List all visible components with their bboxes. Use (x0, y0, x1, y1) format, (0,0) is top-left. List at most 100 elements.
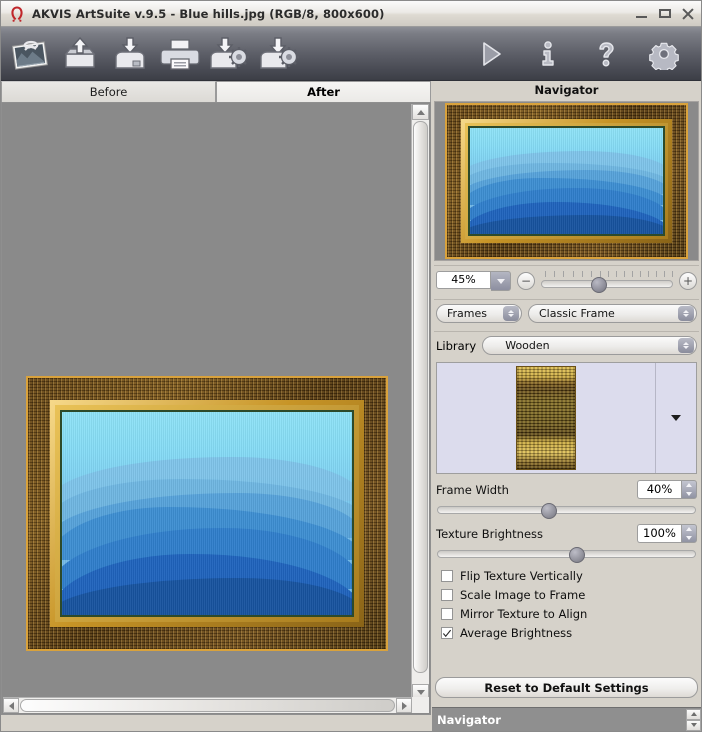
status-scroll-buttons[interactable] (686, 708, 701, 731)
load-settings-icon[interactable] (205, 31, 255, 77)
effect-category-label: Frames (447, 307, 488, 320)
texture-brightness-decrement[interactable] (682, 534, 696, 543)
frame-width-spin-buttons[interactable] (681, 480, 697, 499)
texture-brightness-row: Texture Brightness 100% (432, 518, 701, 544)
akvis-artsuite-window: AKVIS ArtSuite v.9.5 - Blue hills.jpg (R… (0, 0, 702, 732)
zoom-slider-thumb[interactable] (591, 277, 608, 293)
mirror-texture-to-align-box[interactable] (441, 608, 453, 620)
close-icon[interactable] (681, 7, 694, 20)
maximize-icon[interactable] (658, 7, 671, 20)
wooden-frame-texture-swatch[interactable] (516, 366, 576, 470)
image-canvas-area (1, 102, 431, 715)
nav-artwork-image (470, 128, 663, 234)
checkbox-average-brightness[interactable]: Average Brightness (432, 622, 701, 641)
open-image-icon[interactable] (55, 31, 105, 77)
gear-icon[interactable] (639, 31, 689, 77)
frame-width-row: Frame Width 40% (432, 474, 701, 500)
library-dropdown[interactable]: Wooden (482, 336, 697, 355)
navigator-title: Navigator (534, 83, 599, 97)
mirror-texture-to-align-label: Mirror Texture to Align (460, 607, 588, 621)
help-question-icon[interactable] (581, 31, 631, 77)
frame-width-label: Frame Width (436, 482, 509, 497)
postcard-image-icon[interactable] (5, 31, 55, 77)
navigator-preview-box[interactable] (434, 101, 699, 261)
vertical-scroll-thumb[interactable] (413, 121, 428, 673)
zoom-value-input[interactable]: 45% (436, 271, 491, 289)
zoom-out-button[interactable]: − (517, 272, 535, 290)
library-spinner-icon[interactable] (678, 338, 694, 353)
tab-before[interactable]: Before (1, 81, 216, 102)
texture-brightness-spinner[interactable]: 100% (637, 524, 697, 543)
texture-brightness-value[interactable]: 100% (637, 524, 681, 543)
average-brightness-label: Average Brightness (460, 626, 573, 640)
scroll-right-arrow-icon[interactable] (396, 698, 412, 713)
zoom-slider[interactable] (541, 271, 673, 293)
frame-width-slider-track (437, 506, 696, 514)
info-icon[interactable] (523, 31, 573, 77)
triangle-down-icon[interactable] (655, 363, 696, 473)
horizontal-scroll-thumb[interactable] (20, 699, 395, 712)
texture-brightness-slider-track (437, 550, 696, 558)
checkbox-scale-image-to-frame[interactable]: Scale Image to Frame (432, 584, 701, 603)
texture-brightness-increment[interactable] (682, 525, 696, 534)
library-label: Library (436, 338, 477, 353)
framed-artwork-preview (26, 376, 388, 651)
effect-style-dropdown[interactable]: Classic Frame (528, 304, 697, 323)
texture-preview-inner (437, 363, 655, 473)
canvas-vertical-scrollbar[interactable] (411, 104, 429, 700)
scale-image-to-frame-box[interactable] (441, 589, 453, 601)
frame-width-slider[interactable] (437, 503, 696, 519)
frame-width-increment[interactable] (682, 481, 696, 490)
effect-selector-row: Frames Classic Frame (432, 300, 701, 327)
image-view-tabs: Before After (1, 81, 431, 103)
flip-texture-vertically-box[interactable] (441, 570, 453, 582)
chevron-down-icon[interactable] (491, 271, 511, 291)
checkbox-mirror-texture-to-align[interactable]: Mirror Texture to Align (432, 603, 701, 622)
library-value-label: Wooden (505, 339, 550, 352)
style-spinner-icon[interactable] (678, 306, 694, 321)
flip-texture-vertically-label: Flip Texture Vertically (460, 569, 583, 583)
frame-width-slider-thumb[interactable] (540, 503, 557, 519)
texture-brightness-spin-buttons[interactable] (681, 524, 697, 543)
print-icon[interactable] (155, 31, 205, 77)
category-spinner-icon[interactable] (503, 306, 519, 321)
resize-grip[interactable] (412, 697, 429, 713)
status-scroll-down-icon[interactable] (686, 719, 701, 731)
run-play-icon[interactable] (465, 31, 515, 77)
average-brightness-box[interactable] (441, 627, 453, 639)
check-icon (442, 629, 452, 637)
frame-width-decrement[interactable] (682, 490, 696, 499)
navigator-thumbnail (445, 103, 688, 259)
zoom-in-button[interactable]: + (679, 272, 697, 290)
status-bar-text: Navigator (437, 712, 501, 727)
scroll-left-arrow-icon[interactable] (3, 698, 19, 713)
save-settings-icon[interactable] (255, 31, 305, 77)
checkbox-flip-texture-vertically[interactable]: Flip Texture Vertically (432, 565, 701, 584)
settings-panel: Navigator 45% − + Frames Classic Frame L… (432, 81, 701, 731)
akvis-horseshoe-logo-icon (7, 4, 27, 24)
window-title: AKVIS ArtSuite v.9.5 - Blue hills.jpg (R… (32, 6, 385, 21)
canvas-horizontal-scrollbar[interactable] (3, 697, 412, 713)
zoom-slider-ticks (541, 271, 673, 278)
effect-category-dropdown[interactable]: Frames (436, 304, 522, 323)
texture-preview-box[interactable] (436, 362, 697, 474)
window-controls (635, 7, 701, 20)
scale-image-to-frame-label: Scale Image to Frame (460, 588, 586, 602)
tab-after[interactable]: After (216, 81, 431, 102)
toolbar-left-group (1, 31, 305, 77)
save-image-icon[interactable] (105, 31, 155, 77)
texture-brightness-slider[interactable] (437, 547, 696, 563)
scroll-up-arrow-icon[interactable] (412, 104, 429, 120)
reset-to-default-settings-button[interactable]: Reset to Default Settings (435, 677, 698, 698)
frame-width-value[interactable]: 40% (637, 480, 681, 499)
effect-style-label: Classic Frame (539, 307, 615, 320)
texture-brightness-slider-thumb[interactable] (569, 547, 586, 563)
minimize-icon[interactable] (635, 7, 648, 20)
image-canvas[interactable] (3, 104, 412, 700)
texture-brightness-label: Texture Brightness (436, 526, 544, 541)
title-bar: AKVIS ArtSuite v.9.5 - Blue hills.jpg (R… (1, 1, 701, 27)
frame-width-spinner[interactable]: 40% (637, 480, 697, 499)
texture-dropdown-arrow (671, 415, 681, 421)
status-scroll-up-icon[interactable] (686, 708, 701, 720)
zoom-control-row: 45% − + (432, 266, 701, 295)
